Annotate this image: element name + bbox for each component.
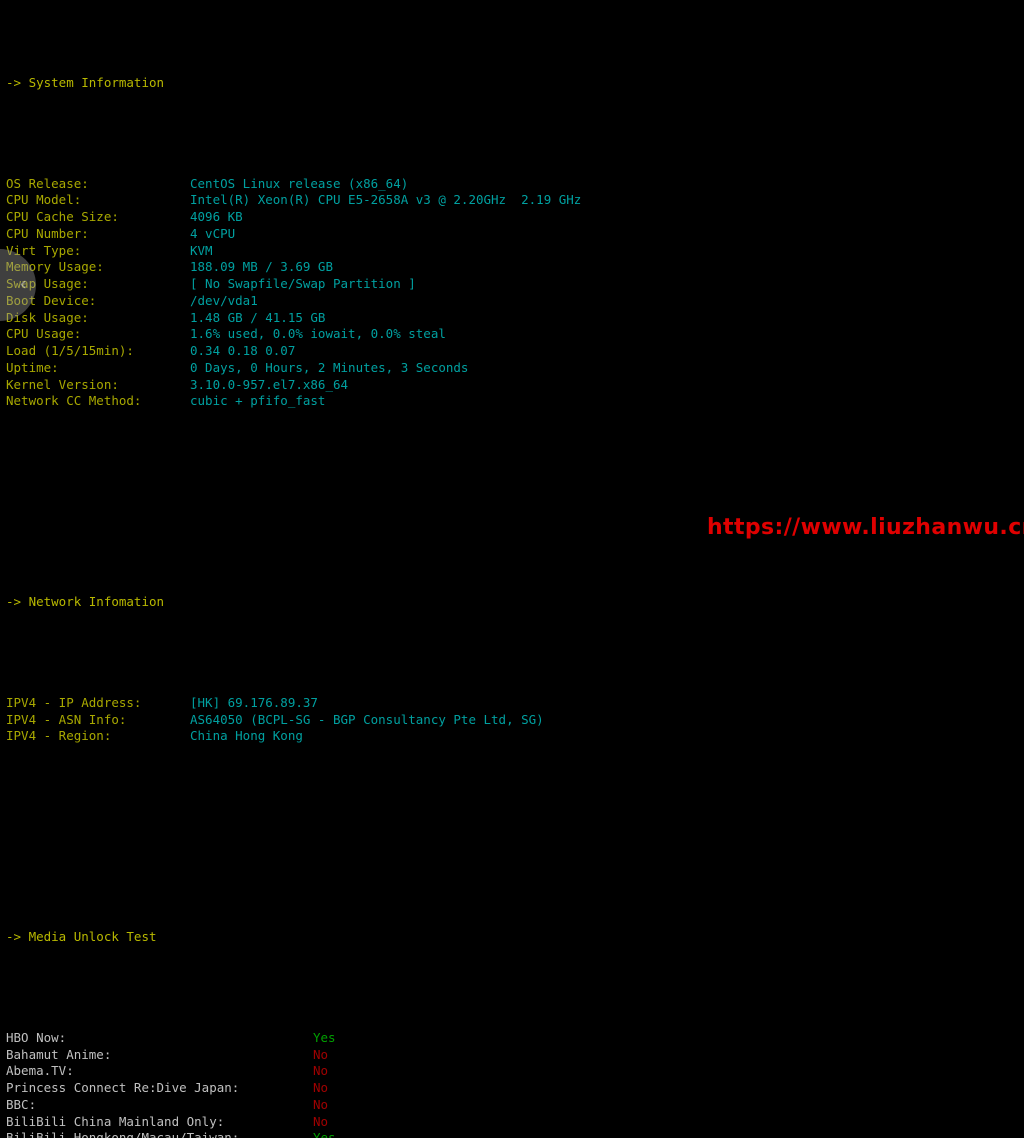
- info-row-value: [HK] 69.176.89.37: [190, 694, 318, 710]
- info-row-label: Load (1/5/15min):: [6, 343, 134, 358]
- media-unlock-label: Princess Connect Re:Dive Japan:: [6, 1080, 240, 1095]
- info-row-value: China Hong Kong: [190, 728, 303, 744]
- info-row: IPV4 - ASN Info: AS64050 (BCPL-SG - BGP C…: [0, 712, 1024, 729]
- info-row-value: 1.6% used, 0.0% iowait, 0.0% steal: [190, 326, 446, 342]
- media-unlock-label: Abema.TV:: [6, 1063, 74, 1079]
- chevron-left-icon: ‹: [19, 272, 27, 295]
- info-row-label: Uptime:: [6, 359, 59, 375]
- media-unlock-label: HBO Now:: [6, 1029, 67, 1045]
- info-row: Load (1/5/15min): 0.34 0.18 0.07: [0, 343, 1024, 360]
- info-row: Disk Usage: 1.48 GB / 41.15 GB: [0, 310, 1024, 327]
- info-row: Swap Usage:[ No Swapfile/Swap Partition …: [0, 276, 1024, 293]
- info-row-label: Kernel Version:: [6, 376, 119, 392]
- info-row-value: 188.09 MB / 3.69 GB: [190, 259, 333, 275]
- info-row-label: IPV4 - IP Address:: [6, 694, 142, 710]
- info-row-value: [ No Swapfile/Swap Partition ]: [190, 276, 416, 291]
- system-information-rows: OS Release: CentOS Linux release (x86_64)…: [0, 176, 1024, 411]
- media-unlock-row: Princess Connect Re:Dive Japan: No: [0, 1080, 1024, 1097]
- info-row: IPV4 - Region: China Hong Kong: [0, 728, 1024, 745]
- media-unlock-label: BiliBili Hongkong/Macau/Taiwan:: [6, 1130, 240, 1138]
- media-unlock-label: BBC:: [6, 1096, 37, 1112]
- info-row-value: /dev/vda1: [190, 292, 258, 308]
- info-row-value: cubic + pfifo_fast: [190, 393, 326, 409]
- media-unlock-label: BiliBili China Mainland Only:: [6, 1113, 225, 1129]
- media-unlock-test-rows: HBO Now: Yes Bahamut Anime: No Abema.TV: No Pr…: [0, 1030, 1024, 1138]
- section-header-media: -> Media Unlock Test: [6, 929, 157, 945]
- info-row: CPU Cache Size: 4096 KB: [0, 209, 1024, 226]
- info-row-label: IPV4 - Region:: [6, 728, 112, 744]
- media-unlock-row: BBC: No: [0, 1097, 1024, 1114]
- media-unlock-row: BiliBili Hongkong/Macau/Taiwan: Yes: [0, 1130, 1024, 1138]
- info-row-value: 0 Days, 0 Hours, 2 Minutes, 3 Seconds: [190, 359, 469, 375]
- media-unlock-status: Yes: [313, 1029, 336, 1045]
- info-row-label: CPU Cache Size:: [6, 209, 119, 224]
- info-row-value: 4 vCPU: [190, 225, 236, 241]
- info-row: Virt Type: KVM: [0, 243, 1024, 260]
- media-unlock-status: No: [313, 1063, 329, 1079]
- info-row-value: 3.10.0-957.el7.x86_64: [190, 376, 349, 392]
- terminal-output: -> System Information OS Release: CentOS …: [0, 0, 1024, 1138]
- media-unlock-status: No: [313, 1096, 329, 1112]
- info-row-value: AS64050 (BCPL-SG - BGP Consultancy Pte L…: [190, 711, 544, 727]
- media-unlock-status: Yes: [313, 1130, 336, 1138]
- info-row: Boot Device:/dev/vda1: [0, 293, 1024, 310]
- info-row-label: CPU Number:: [6, 225, 89, 241]
- info-row-value: CentOS Linux release (x86_64): [190, 175, 409, 191]
- media-unlock-label: Bahamut Anime:: [6, 1046, 112, 1062]
- info-row: Kernel Version: 3.10.0-957.el7.x86_64: [0, 377, 1024, 394]
- info-row-label: Network CC Method:: [6, 393, 142, 409]
- info-row: IPV4 - IP Address: [HK] 69.176.89.37: [0, 695, 1024, 712]
- info-row: Network CC Method: cubic + pfifo_fast: [0, 393, 1024, 410]
- info-row-label: OS Release:: [6, 175, 89, 191]
- info-row-label: CPU Model:: [6, 192, 82, 208]
- info-row: CPU Usage: 1.6% used, 0.0% iowait, 0.0% s…: [0, 326, 1024, 343]
- info-row-value: 4096 KB: [190, 209, 243, 224]
- section-header-system: -> System Information: [6, 75, 165, 90]
- info-row-label: CPU Usage:: [6, 326, 82, 342]
- media-unlock-row: Abema.TV: No: [0, 1063, 1024, 1080]
- info-row: Memory Usage: 188.09 MB / 3.69 GB: [0, 259, 1024, 276]
- info-row-value: 1.48 GB / 41.15 GB: [190, 309, 326, 325]
- section-header-network: -> Network Infomation: [6, 594, 165, 610]
- info-row-label: IPV4 - ASN Info:: [6, 711, 127, 727]
- info-row: CPU Model: Intel(R) Xeon(R) CPU E5-2658A …: [0, 192, 1024, 209]
- info-row: Uptime: 0 Days, 0 Hours, 2 Minutes, 3 Sec…: [0, 360, 1024, 377]
- media-unlock-status: No: [313, 1113, 329, 1129]
- site-watermark: https://www.liuzhanwu.cn: [707, 515, 1024, 540]
- info-row: OS Release: CentOS Linux release (x86_64): [0, 176, 1024, 193]
- info-row-value: Intel(R) Xeon(R) CPU E5-2658A v3 @ 2.20G…: [190, 192, 582, 208]
- media-unlock-row: Bahamut Anime: No: [0, 1047, 1024, 1064]
- media-unlock-status: No: [313, 1046, 329, 1062]
- network-information-rows: IPV4 - IP Address: [HK] 69.176.89.37 IPV4 …: [0, 695, 1024, 745]
- media-unlock-status: No: [313, 1080, 329, 1095]
- media-unlock-row: BiliBili China Mainland Only: No: [0, 1114, 1024, 1131]
- info-row-value: KVM: [190, 242, 213, 258]
- info-row-value: 0.34 0.18 0.07: [190, 343, 296, 358]
- media-unlock-row: HBO Now: Yes: [0, 1030, 1024, 1047]
- info-row: CPU Number: 4 vCPU: [0, 226, 1024, 243]
